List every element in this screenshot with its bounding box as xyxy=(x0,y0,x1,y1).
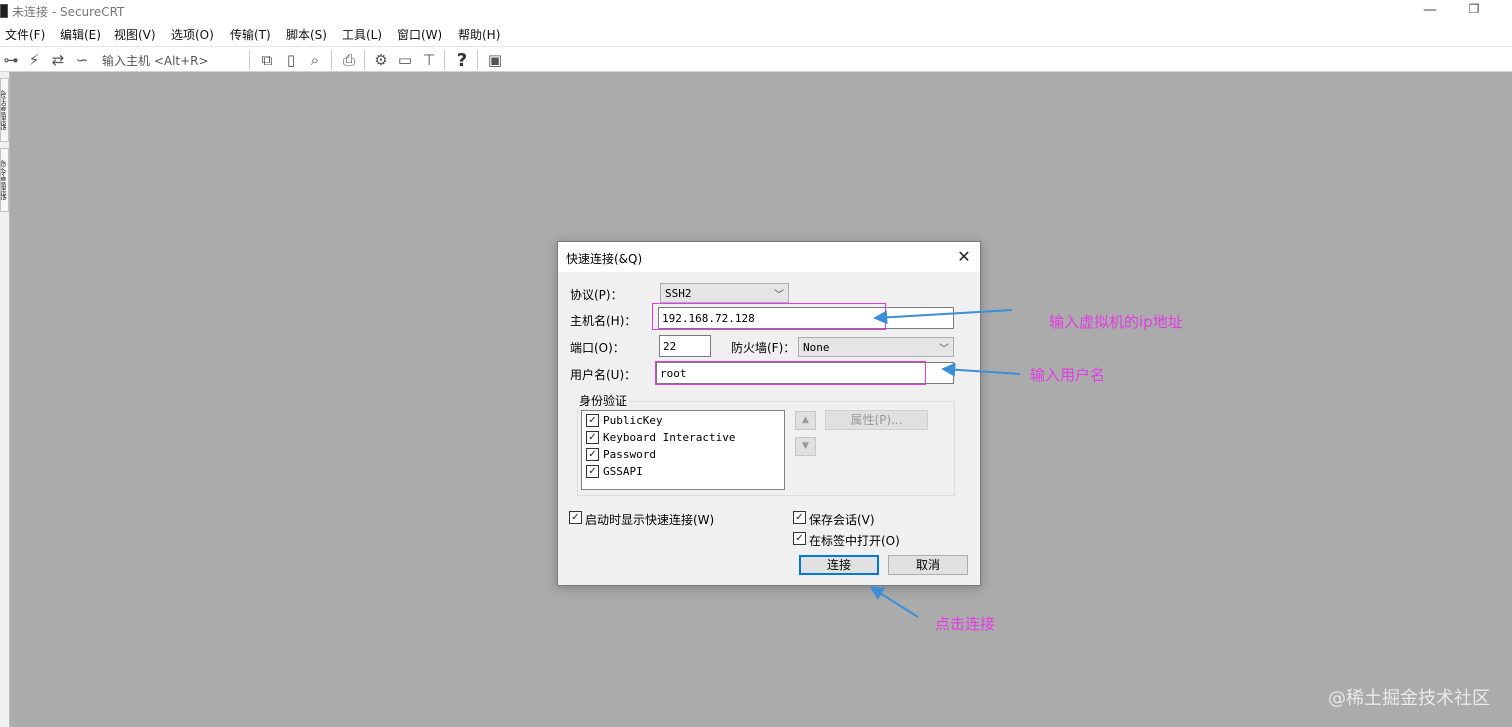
chevron-down-icon: ﹀ xyxy=(939,344,949,355)
connect-arrow xyxy=(869,586,919,618)
username-highlight-box xyxy=(655,361,926,385)
ip-note: 输入虚拟机的ip地址 xyxy=(1049,313,1183,331)
host-input[interactable]: 输入主机 <Alt+R> xyxy=(102,52,209,69)
chevron-down-icon: ﹀ xyxy=(774,290,784,301)
dialog-title-bar: 快速连接(&Q) ✕ xyxy=(558,242,980,272)
minimize-icon[interactable]: — xyxy=(1420,2,1440,20)
firewall-select[interactable]: None ﹀ xyxy=(798,337,954,357)
restore-icon[interactable]: ❐ xyxy=(1464,2,1484,20)
checkbox-checked-icon[interactable]: ✓ xyxy=(569,511,582,524)
firewall-value: None xyxy=(803,341,830,354)
toolbar-divider xyxy=(364,50,365,70)
checkbox-checked-icon[interactable]: ✓ xyxy=(586,465,599,478)
lightning-icon[interactable]: ⚡ xyxy=(24,50,44,70)
save-session-label: 保存会话(V) xyxy=(809,513,875,527)
menu-window[interactable]: 窗口(W) xyxy=(397,26,442,43)
checkbox-checked-icon[interactable]: ✓ xyxy=(586,448,599,461)
close-icon[interactable]: ✕ xyxy=(954,247,974,267)
move-down-button[interactable]: ▼ xyxy=(795,437,816,456)
cancel-button[interactable]: 取消 xyxy=(888,555,968,575)
auth-method-label: Keyboard Interactive xyxy=(603,431,736,444)
protocol-value: SSH2 xyxy=(665,287,692,300)
settings-icon[interactable]: ⚙ xyxy=(371,50,391,70)
find-icon[interactable]: ⌕ xyxy=(305,50,325,70)
checkbox-checked-icon[interactable]: ✓ xyxy=(586,414,599,427)
open-in-tab-label: 在标签中打开(O) xyxy=(809,534,900,548)
auth-method-label: PublicKey xyxy=(603,414,663,427)
auth-method-label: GSSAPI xyxy=(603,465,643,478)
toolbar-divider xyxy=(477,50,478,70)
hostname-label: 主机名(H)： xyxy=(570,314,637,328)
connect-tree-icon[interactable]: ⊶ xyxy=(1,50,21,70)
checkbox-checked-icon[interactable]: ✓ xyxy=(586,431,599,444)
dialog-title: 快速连接(&Q) xyxy=(566,252,643,266)
properties-button[interactable]: 属性(P)... xyxy=(825,410,928,430)
firewall-label: 防火墙(F)： xyxy=(731,341,796,355)
toolbar: ⊶ ⚡ ⇄ ∽ 输入主机 <Alt+R> ⧉ ▯ ⌕ ⎙ ⚙ ▭ ⊤ ? ▣ xyxy=(0,46,1512,72)
protocol-select[interactable]: SSH2 ﹀ xyxy=(660,283,789,303)
authentication-group-label: 身份验证 xyxy=(577,392,630,409)
title-bar: 未连接 - SecureCRT — ❐ xyxy=(0,0,1512,22)
checkbox-checked-icon[interactable]: ✓ xyxy=(793,532,806,545)
username-note: 输入用户名 xyxy=(1030,366,1106,384)
securecrt-app-icon xyxy=(0,4,8,18)
toolbar-divider xyxy=(331,50,332,70)
connect-button[interactable]: 连接 xyxy=(799,555,879,575)
quick-connect-dialog: 快速连接(&Q) ✕ 协议(P)： SSH2 ﹀ 主机名(H)： 192.168… xyxy=(557,241,981,586)
hostname-highlight-box xyxy=(652,303,886,330)
command-manager-tab[interactable]: 命令管理器 xyxy=(0,148,9,212)
port-input[interactable]: 22 xyxy=(659,335,711,357)
menu-options[interactable]: 选项(O) xyxy=(171,26,214,43)
toolbar-divider xyxy=(249,50,250,70)
auth-method-label: Password xyxy=(603,448,656,461)
session-manager-tab[interactable]: 会话管理器 xyxy=(0,78,9,142)
menu-view[interactable]: 视图(V) xyxy=(114,26,156,43)
toolbar-divider xyxy=(444,50,445,70)
auth-methods-list[interactable]: ✓ PublicKey ✓ Keyboard Interactive ✓ Pas… xyxy=(581,410,785,490)
move-up-button[interactable]: ▲ xyxy=(795,411,816,430)
menu-file[interactable]: 文件(F) xyxy=(5,26,45,43)
checkbox-checked-icon[interactable]: ✓ xyxy=(793,511,806,524)
menu-bar: 文件(F) 编辑(E) 视图(V) 选项(O) 传输(T) 脚本(S) 工具(L… xyxy=(0,22,1512,46)
connect-note: 点击连接 xyxy=(935,615,996,633)
side-panel-tabs: 会话管理器 命令管理器 xyxy=(0,72,10,727)
protocol-label: 协议(P)： xyxy=(570,288,623,302)
disconnect-icon[interactable]: ∽ xyxy=(72,50,92,70)
port-value: 22 xyxy=(663,340,677,353)
paste-icon[interactable]: ▯ xyxy=(281,50,301,70)
copy-icon[interactable]: ⧉ xyxy=(257,50,277,70)
menu-help[interactable]: 帮助(H) xyxy=(458,26,500,43)
window-title: 未连接 - SecureCRT xyxy=(12,5,125,19)
menu-transfer[interactable]: 传输(T) xyxy=(230,26,271,43)
reconnect-icon[interactable]: ⇄ xyxy=(48,50,68,70)
keymap-icon[interactable]: ⊤ xyxy=(419,50,439,70)
menu-edit[interactable]: 编辑(E) xyxy=(60,26,101,43)
print-icon[interactable]: ⎙ xyxy=(339,50,359,70)
help-icon[interactable]: ? xyxy=(452,50,472,71)
port-label: 端口(O)： xyxy=(570,341,625,355)
menu-script[interactable]: 脚本(S) xyxy=(286,26,327,43)
watermark: @稀土掘金技术社区 xyxy=(1328,688,1490,709)
menu-tools[interactable]: 工具(L) xyxy=(342,26,382,43)
sftp-icon[interactable]: ▣ xyxy=(485,50,505,70)
show-on-startup-label: 启动时显示快速连接(W) xyxy=(585,513,715,527)
session-options-icon[interactable]: ▭ xyxy=(395,50,415,70)
username-label: 用户名(U)： xyxy=(570,368,637,382)
